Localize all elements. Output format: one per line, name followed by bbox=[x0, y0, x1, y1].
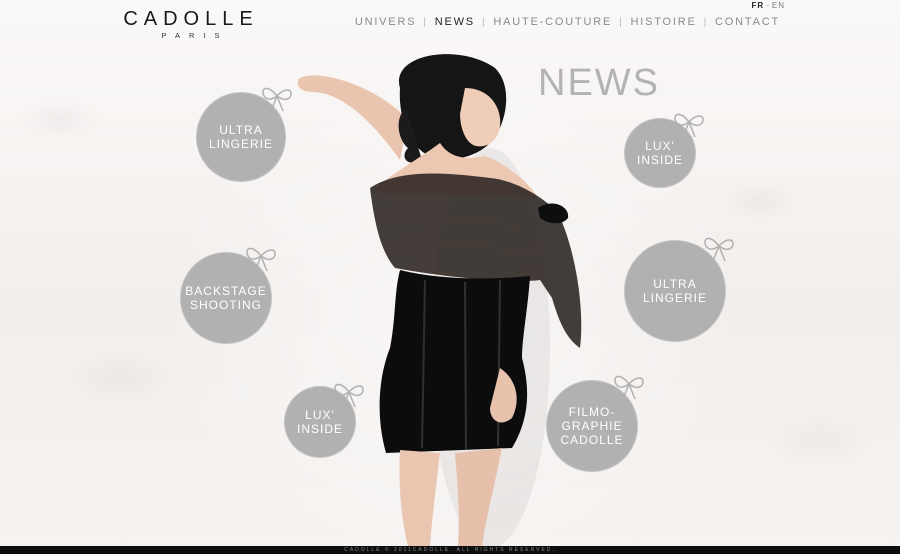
bow-icon bbox=[704, 237, 734, 262]
language-switcher: FR - EN bbox=[752, 1, 785, 10]
bow-icon bbox=[674, 113, 704, 138]
model-photo bbox=[297, 54, 582, 546]
nav-haute-couture[interactable]: HAUTE-COUTURE bbox=[486, 16, 619, 28]
language-en[interactable]: EN bbox=[772, 1, 785, 10]
nav-histoire[interactable]: HISTOIRE bbox=[623, 16, 703, 28]
brand-city: PARIS bbox=[161, 31, 229, 40]
bubble-label: LUX' INSIDE bbox=[296, 408, 343, 436]
nav-news[interactable]: NEWS bbox=[428, 16, 482, 28]
bubble-label: BACKSTAGE SHOOTING bbox=[185, 284, 267, 312]
main-nav: UNIVERS | NEWS | HAUTE-COUTURE | HISTOIR… bbox=[348, 16, 787, 28]
footer-copyright: CADOLLE © 2011CADOLLE. ALL RIGHTS RESERV… bbox=[0, 546, 900, 554]
language-separator: - bbox=[766, 1, 770, 10]
bow-icon bbox=[262, 87, 292, 112]
language-fr[interactable]: FR bbox=[752, 1, 765, 10]
nav-contact[interactable]: CONTACT bbox=[708, 16, 787, 28]
bubble-label: ULTRA LINGERIE bbox=[208, 123, 273, 151]
bow-icon bbox=[614, 375, 644, 400]
bubble-label: FILMO- GRAPHIE CADOLLE bbox=[560, 405, 624, 447]
bow-icon bbox=[334, 383, 364, 408]
page-title: NEWS bbox=[538, 62, 660, 104]
nav-univers[interactable]: UNIVERS bbox=[348, 16, 424, 28]
brand-logo[interactable]: CADOLLE PARIS bbox=[115, 9, 267, 40]
bubble-label: ULTRA LINGERIE bbox=[642, 277, 707, 305]
bow-icon bbox=[246, 247, 276, 272]
bubble-label: LUX' INSIDE bbox=[636, 139, 683, 167]
brand-name: CADOLLE bbox=[123, 8, 259, 30]
